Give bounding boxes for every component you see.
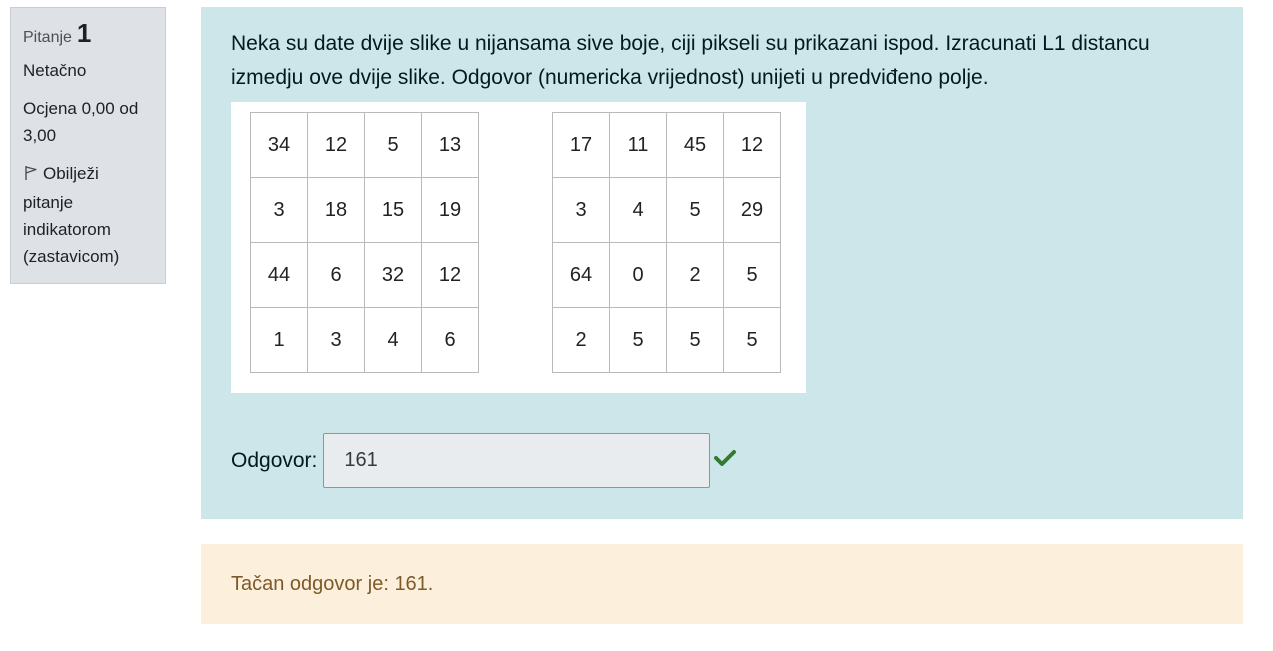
pixel-cell: 5 <box>666 307 724 373</box>
pixel-cell: 4 <box>364 307 422 373</box>
pixel-cell: 5 <box>723 307 781 373</box>
pixel-cell: 0 <box>609 242 667 308</box>
answer-label: Odgovor: <box>231 448 318 472</box>
pixel-cell: 19 <box>421 177 479 243</box>
pixel-cell: 64 <box>552 242 610 308</box>
pixel-cell: 5 <box>723 242 781 308</box>
pixel-cell: 29 <box>723 177 781 243</box>
answer-input[interactable] <box>323 433 711 488</box>
check-icon <box>713 448 737 473</box>
question-text: Neka su date dvije slike u nijansama siv… <box>231 32 1150 89</box>
pixel-cell: 6 <box>421 307 479 373</box>
pixel-cell: 11 <box>609 112 667 178</box>
question-info-panel: Pitanje 1 Netačno Ocjena 0,00 od 3,00 Ob… <box>10 7 166 284</box>
image-b-grid: 17 11 45 12 3 4 5 29 64 0 2 5 2 5 5 5 <box>552 112 781 373</box>
pixel-cell: 13 <box>421 112 479 178</box>
image-a-grid: 34 12 5 13 3 18 15 19 44 6 32 12 1 3 4 6 <box>250 112 479 373</box>
pixel-cell: 15 <box>364 177 422 243</box>
pixel-cell: 2 <box>552 307 610 373</box>
pixel-cell: 17 <box>552 112 610 178</box>
grid-row: 64 0 2 5 <box>552 242 781 308</box>
grid-row: 44 6 32 12 <box>250 242 479 308</box>
question-formulation: Neka su date dvije slike u nijansama siv… <box>201 7 1243 519</box>
pixel-cell: 6 <box>307 242 365 308</box>
grid-row: 3 4 5 29 <box>552 177 781 243</box>
pixel-cell: 12 <box>307 112 365 178</box>
flag-icon <box>23 162 39 189</box>
grid-row: 1346 <box>250 307 479 373</box>
pixel-cell: 5 <box>609 307 667 373</box>
question-number: 1 <box>76 18 92 48</box>
pixel-cell: 5 <box>666 177 724 243</box>
right-answer-text: Tačan odgovor je: 161. <box>231 572 434 595</box>
flag-question-link[interactable]: Obilježi pitanje indikatorom (zastavicom… <box>23 160 153 270</box>
question-label: Pitanje <box>23 29 72 46</box>
pixel-cell: 3 <box>307 307 365 373</box>
grid-row: 17 11 45 12 <box>552 112 781 178</box>
pixel-cell: 2 <box>666 242 724 308</box>
pixel-cell: 3 <box>250 177 308 243</box>
pixel-cell: 5 <box>364 112 422 178</box>
pixel-cell: 34 <box>250 112 308 178</box>
pixel-cell: 44 <box>250 242 308 308</box>
pixel-cell: 18 <box>307 177 365 243</box>
grid-row: 3 18 15 19 <box>250 177 479 243</box>
question-state: Netačno <box>23 61 87 80</box>
question-grade: Ocjena 0,00 od 3,00 <box>23 99 139 145</box>
feedback-outcome: Tačan odgovor je: 161. <box>201 544 1243 624</box>
question-number-line: Pitanje 1 <box>23 20 153 51</box>
pixel-cell: 45 <box>666 112 724 178</box>
grid-row: 34 12 5 13 <box>250 112 479 178</box>
pixel-cell: 1 <box>250 307 308 373</box>
pixel-cell: 3 <box>552 177 610 243</box>
pixel-cell: 32 <box>364 242 422 308</box>
grid-row: 2555 <box>552 307 781 373</box>
pixel-cell: 12 <box>421 242 479 308</box>
answer-row: Odgovor: <box>231 433 737 488</box>
pixel-cell: 12 <box>723 112 781 178</box>
pixel-grids-image: 34 12 5 13 3 18 15 19 44 6 32 12 1 3 4 6 17 11 45 12 3 4 5 29 6… <box>231 102 806 393</box>
pixel-cell: 4 <box>609 177 667 243</box>
